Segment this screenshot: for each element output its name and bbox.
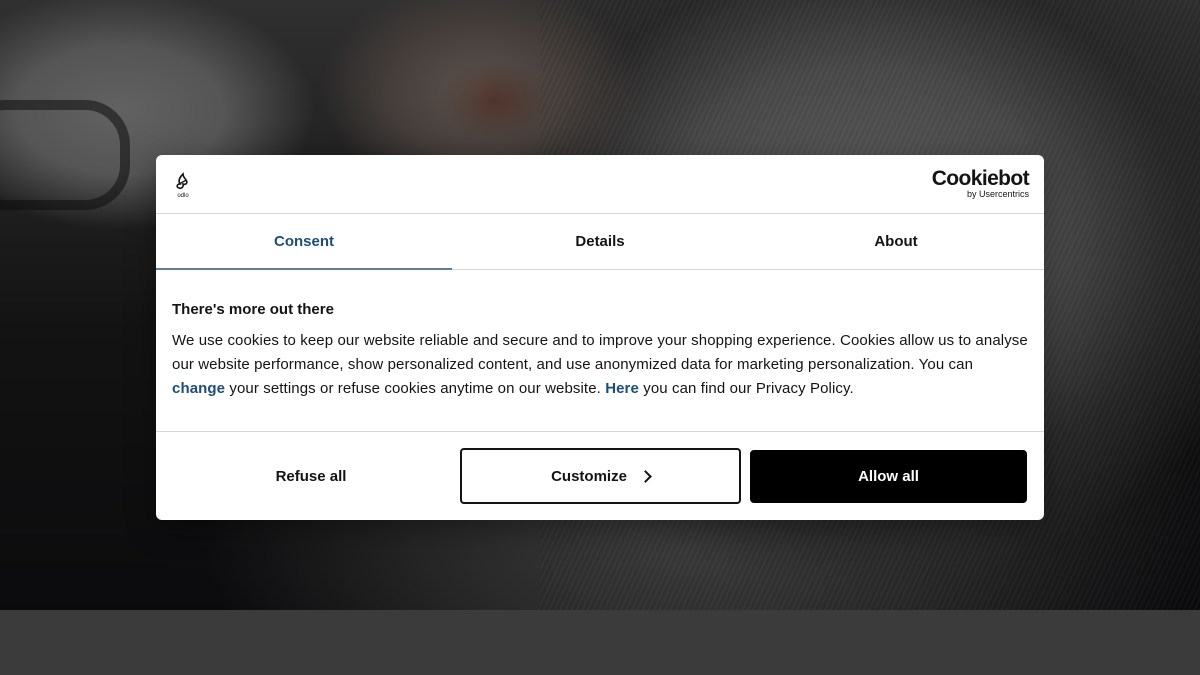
consent-tabs: Consent Details About bbox=[156, 214, 1044, 270]
refuse-all-label: Refuse all bbox=[275, 467, 347, 485]
dialog-footer: Refuse all Customize Allow all bbox=[156, 431, 1044, 520]
cookiebot-logo-byline: by Usercentrics bbox=[966, 189, 1029, 199]
consent-title: There's more out there bbox=[172, 301, 334, 318]
privacy-policy-link[interactable]: Here bbox=[605, 380, 639, 397]
page-bottom-band bbox=[0, 610, 1200, 675]
customize-label: Customize bbox=[551, 467, 627, 485]
consent-body: There's more out there We use cookies to… bbox=[172, 301, 1028, 401]
refuse-all-button[interactable]: Refuse all bbox=[165, 448, 457, 504]
allow-all-button[interactable]: Allow all bbox=[750, 450, 1027, 503]
tab-consent[interactable]: Consent bbox=[156, 214, 452, 270]
cookiebot-logo-name: Cookiebot bbox=[931, 167, 1030, 190]
brand-logo-icon: odlo bbox=[176, 172, 189, 198]
consent-text-part1: We use cookies to keep our website relia… bbox=[172, 332, 1028, 373]
tab-details[interactable]: Details bbox=[452, 214, 748, 269]
consent-description: We use cookies to keep our website relia… bbox=[172, 329, 1028, 401]
consent-text-part2: your settings or refuse cookies anytime … bbox=[225, 380, 606, 397]
allow-all-label: Allow all bbox=[858, 468, 919, 485]
page: odlo Cookiebot by Usercentrics Consent D… bbox=[0, 0, 1200, 675]
chevron-right-icon bbox=[639, 470, 652, 483]
consent-text-part3: you can find our Privacy Policy. bbox=[638, 380, 854, 397]
cookiebot-logo: Cookiebot by Usercentrics bbox=[931, 167, 1030, 200]
tab-about[interactable]: About bbox=[748, 214, 1044, 269]
brand-logo-text: odlo bbox=[177, 193, 189, 198]
dialog-header: odlo Cookiebot by Usercentrics bbox=[156, 155, 1044, 214]
customize-button[interactable]: Customize bbox=[460, 448, 741, 504]
change-settings-link[interactable]: change bbox=[172, 380, 225, 397]
cookie-consent-dialog: odlo Cookiebot by Usercentrics Consent D… bbox=[156, 155, 1044, 520]
